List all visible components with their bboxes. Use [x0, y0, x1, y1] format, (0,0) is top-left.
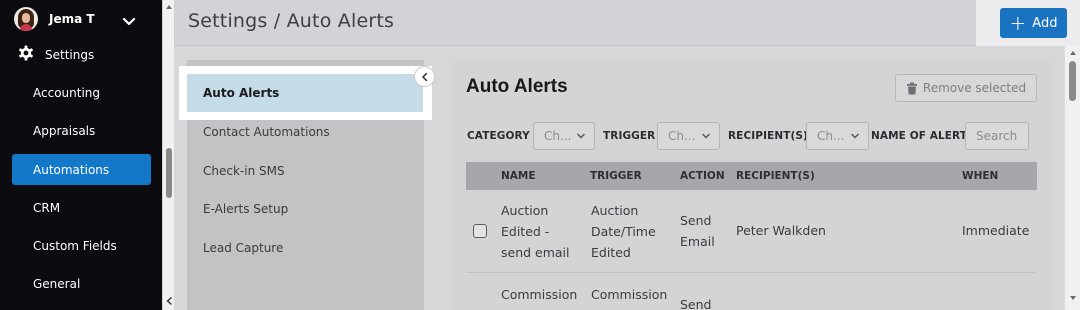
row-checkbox[interactable]: [473, 224, 487, 238]
cell-recipients: Peter Walkden: [736, 223, 826, 238]
sidebar-item-automations[interactable]: Automations: [12, 154, 151, 185]
chevron-down-icon[interactable]: [122, 12, 136, 31]
gear-icon: [18, 45, 34, 65]
sidebar-scrollbar-thumb[interactable]: [166, 148, 172, 198]
remove-selected-label: Remove selected: [922, 81, 1027, 95]
scroll-up-icon[interactable]: [1069, 49, 1077, 57]
page-scrollbar-thumb[interactable]: [1069, 61, 1076, 101]
cell-action: Send: [680, 297, 712, 310]
cell-trigger: Commission: [591, 287, 668, 302]
avatar: [14, 7, 38, 31]
column-header-action[interactable]: ACTION: [680, 162, 725, 190]
subnav-item-check-in-sms[interactable]: Check-in SMS: [187, 152, 423, 190]
search-placeholder: Search: [976, 129, 1018, 143]
settings-label: Settings: [45, 48, 95, 62]
user-menu[interactable]: Jema T: [0, 0, 162, 38]
recipients-select[interactable]: Ch...: [806, 122, 869, 150]
category-filter-label: CATEGORY: [467, 130, 530, 142]
add-button-label: Add: [1032, 15, 1058, 31]
sidebar-item-accounting[interactable]: Accounting: [12, 77, 151, 108]
subnav-item-e-alerts-setup[interactable]: E-Alerts Setup: [187, 190, 423, 228]
scroll-down-icon[interactable]: [1069, 294, 1077, 302]
trigger-select-value: Ch...: [668, 129, 696, 143]
sidebar-item-crm[interactable]: CRM: [12, 192, 151, 223]
chevron-down-icon: [702, 133, 710, 139]
sidebar-item-custom-fields[interactable]: Custom Fields: [12, 230, 151, 261]
sidebar-item-appraisals[interactable]: Appraisals: [12, 115, 151, 146]
recipients-select-value: Ch...: [817, 129, 845, 143]
content-title: Auto Alerts: [466, 76, 568, 97]
cell-action: Send Email: [680, 213, 715, 249]
category-select-value: Ch...: [544, 129, 572, 143]
column-header-when[interactable]: WHEN: [962, 162, 998, 190]
cell-name: Auction Edited - send email: [501, 203, 570, 260]
trigger-select[interactable]: Ch...: [657, 122, 720, 150]
subnav-item-lead-capture[interactable]: Lead Capture: [187, 229, 423, 267]
alert-name-filter-label: NAME OF ALERT: [871, 130, 968, 142]
add-button[interactable]: + Add: [1000, 8, 1067, 38]
left-sidebar: Jema T Settings Accounting Appraisals Au…: [0, 0, 162, 310]
page-title: Settings / Auto Alerts: [188, 10, 395, 32]
sidebar-item-label: General: [33, 276, 81, 291]
category-select[interactable]: Ch...: [533, 122, 595, 150]
cell-name: Commission: [501, 287, 578, 302]
trigger-filter-label: TRIGGER: [603, 130, 656, 142]
chevron-left-icon: [421, 72, 427, 81]
collapse-nav-button[interactable]: [414, 66, 435, 87]
column-header-trigger[interactable]: TRIGGER: [590, 162, 642, 190]
trash-icon: [906, 82, 917, 94]
subnav-item-label: E-Alerts Setup: [203, 202, 289, 216]
sidebar-item-label: CRM: [33, 200, 61, 215]
scroll-up-icon[interactable]: [165, 3, 173, 11]
settings-section[interactable]: Settings: [0, 42, 162, 68]
subnav-item-contact-automations[interactable]: Contact Automations: [187, 113, 423, 151]
cell-trigger: Auction Date/Time Edited: [591, 203, 656, 260]
sidebar-item-label: Custom Fields: [33, 238, 117, 253]
sidebar-item-label: Appraisals: [33, 123, 96, 138]
page-scrollbar[interactable]: [1064, 46, 1080, 310]
subnav-item-label: Check-in SMS: [203, 164, 285, 178]
page-header: Settings / Auto Alerts: [174, 0, 1080, 46]
subnav-item-label: Lead Capture: [203, 241, 284, 255]
subnav-item-auto-alerts[interactable]: Auto Alerts: [187, 74, 423, 112]
cell-when: Immediate: [962, 223, 1030, 238]
sidebar-item-label: Automations: [33, 162, 110, 177]
sidebar-item-label: Accounting: [33, 85, 101, 100]
subnav-item-label: Auto Alerts: [203, 86, 280, 100]
column-header-recipients[interactable]: RECIPIENT(S): [736, 162, 815, 190]
remove-selected-button[interactable]: Remove selected: [895, 74, 1037, 102]
column-header-name[interactable]: NAME: [501, 162, 536, 190]
recipients-filter-label: RECIPIENT(S): [728, 130, 808, 142]
sidebar-item-general[interactable]: General: [12, 268, 151, 299]
plus-icon: +: [1009, 11, 1027, 35]
chevron-down-icon: [577, 133, 585, 139]
chevron-left-icon[interactable]: [165, 296, 174, 306]
alert-name-search-input[interactable]: Search: [965, 122, 1029, 150]
sidebar-scrollbar[interactable]: [162, 0, 174, 310]
subnav-item-label: Contact Automations: [203, 125, 330, 139]
row-divider: [466, 272, 1037, 273]
user-name: Jema T: [49, 12, 95, 26]
chevron-down-icon: [851, 133, 859, 139]
